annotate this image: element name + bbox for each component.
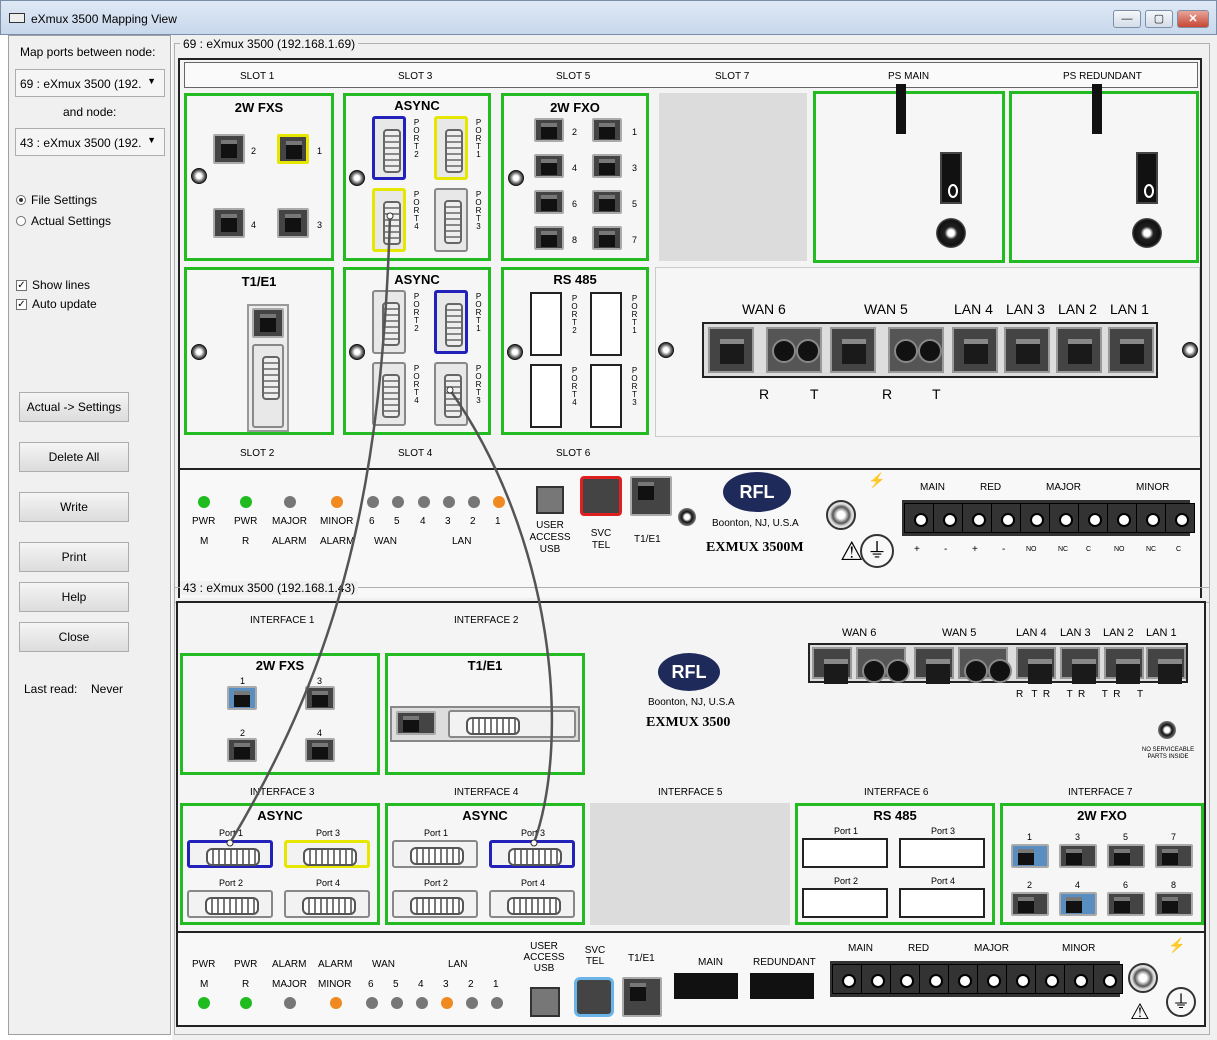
map-line-2 [448,389,554,844]
line-endpoint [226,839,234,847]
show-lines-checkbox[interactable]: ✓ [16,280,27,291]
chevron-down-icon: ▼ [147,76,156,86]
minimize-button[interactable]: — [1113,10,1141,28]
chevron-down-icon: ▼ [147,135,156,145]
delete-all-button[interactable]: Delete All [19,442,129,472]
show-lines-label[interactable]: Show lines [32,278,90,292]
actual-settings-radio[interactable] [16,216,26,226]
line-endpoint [386,212,394,220]
file-settings-label[interactable]: File Settings [31,193,97,207]
node1-value: 69 : eXmux 3500 (192. [20,77,142,91]
window-title: eXmux 3500 Mapping View [31,12,177,26]
line-endpoint [446,386,454,394]
left-panel: Map ports between node: 69 : eXmux 3500 … [8,35,171,1035]
map-line-1 [228,215,392,844]
close-button[interactable]: Close [19,622,129,652]
close-window-button[interactable]: ✕ [1177,10,1209,28]
app-icon [9,13,25,23]
write-button[interactable]: Write [19,492,129,522]
file-settings-radio[interactable] [16,195,26,205]
map-ports-label: Map ports between node: [20,45,156,59]
print-button[interactable]: Print [19,542,129,572]
title-bar: eXmux 3500 Mapping View — ▢ ✕ [0,0,1217,35]
mapping-area: 69 : eXmux 3500 (192.168.1.69) SLOT 1 SL… [172,35,1217,1040]
node2-select[interactable]: 43 : eXmux 3500 (192. ▼ [15,128,165,156]
node2-value: 43 : eXmux 3500 (192. [20,136,142,150]
actual-settings-label[interactable]: Actual Settings [31,214,111,228]
help-button[interactable]: Help [19,582,129,612]
node1-select[interactable]: 69 : eXmux 3500 (192. ▼ [15,69,165,97]
and-node-label: and node: [63,105,117,119]
line-endpoint [530,839,538,847]
mapping-lines [226,212,554,847]
auto-update-checkbox[interactable]: ✓ [16,299,27,310]
auto-update-label[interactable]: Auto update [32,297,97,311]
maximize-button[interactable]: ▢ [1145,10,1173,28]
actual-to-settings-button[interactable]: Actual -> Settings [19,392,129,422]
last-read-value: Never [91,682,124,696]
last-read-label: Last read: [24,682,78,696]
